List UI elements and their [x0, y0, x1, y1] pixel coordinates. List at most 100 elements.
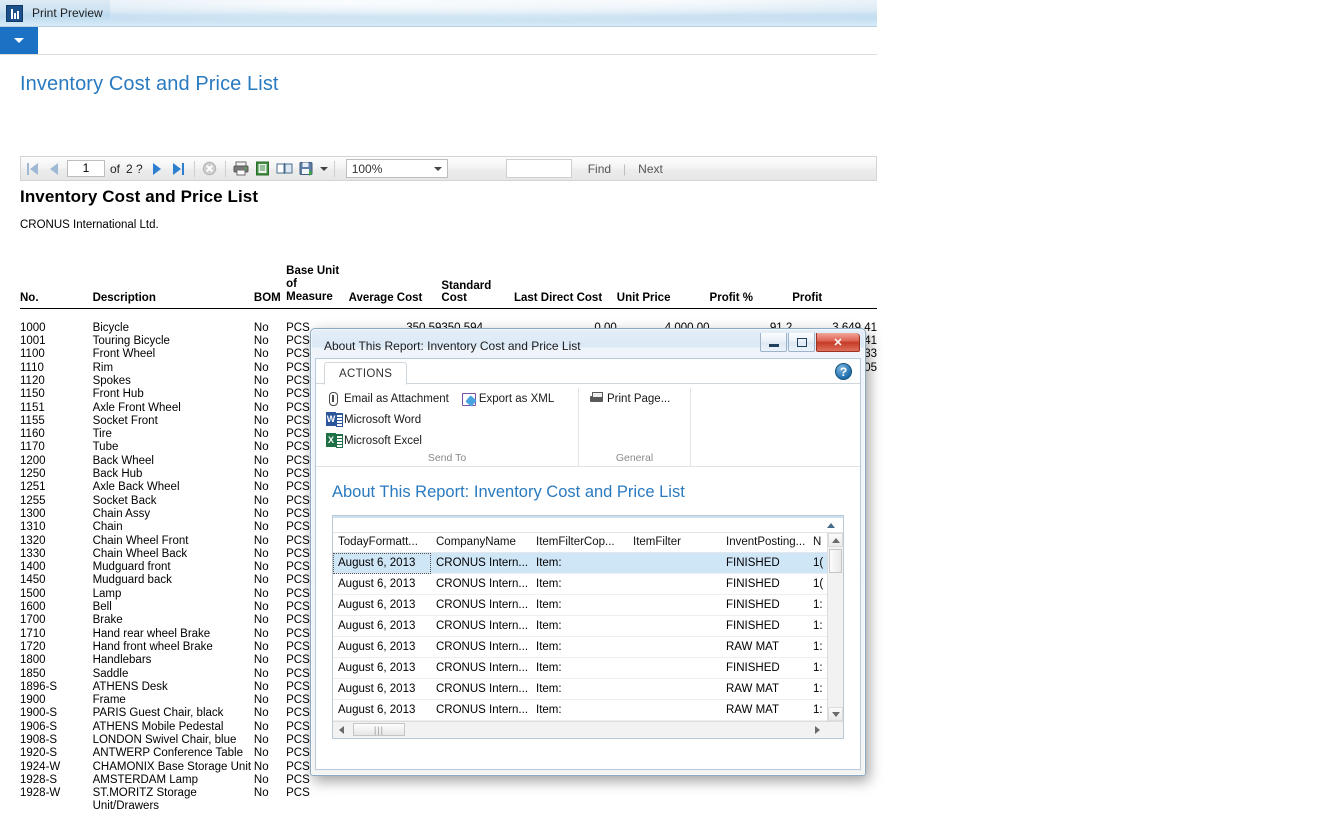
print-icon[interactable]: [230, 158, 252, 179]
grid-col-todayformatted[interactable]: TodayFormatt...: [333, 533, 431, 553]
cell-company: CRONUS Intern...: [431, 616, 531, 637]
cell-bom: No: [254, 561, 286, 574]
cell-bom: No: [254, 468, 286, 481]
table-row[interactable]: August 6, 2013CRONUS Intern...Item:FINIS…: [333, 595, 830, 616]
table-row[interactable]: August 6, 2013CRONUS Intern...Item:FINIS…: [333, 616, 830, 637]
zoom-select[interactable]: 100%: [346, 159, 448, 178]
find-input[interactable]: [506, 159, 572, 178]
stop-icon[interactable]: [199, 158, 221, 179]
export-as-xml-button[interactable]: Export as XML: [461, 388, 554, 409]
cell-bom: No: [254, 614, 286, 627]
cell-desc: ANTWERP Conference Table: [93, 747, 254, 760]
cell-filter: [628, 637, 721, 658]
grid-col-itemfiltercaption[interactable]: ItemFilterCop...: [531, 533, 628, 553]
page-number-input[interactable]: 1: [67, 160, 105, 177]
cell-no: 1900: [20, 694, 93, 707]
cell-avg: [349, 787, 442, 800]
next-page-icon[interactable]: [146, 158, 168, 179]
print-layout-icon[interactable]: [274, 158, 296, 179]
microsoft-excel-icon: [326, 433, 341, 448]
cell-desc: Back Hub: [93, 468, 254, 481]
grid-col-inventposting[interactable]: InventPosting...: [721, 533, 808, 553]
cell-today: August 6, 2013: [333, 637, 431, 658]
cell-posting: RAW MAT: [721, 700, 808, 721]
export-save-icon[interactable]: [296, 158, 318, 179]
horizontal-scroll-thumb[interactable]: |||: [353, 723, 405, 736]
cell-filtercap: Item:: [531, 574, 628, 595]
cell-no: 1600: [20, 601, 93, 614]
col-last-direct-cost: Last Direct Cost: [514, 265, 617, 309]
table-row[interactable]: August 6, 2013CRONUS Intern...Item:FINIS…: [333, 574, 830, 595]
cell-posting: FINISHED: [721, 574, 808, 595]
cell-desc: Front Hub: [93, 388, 254, 401]
tab-actions[interactable]: ACTIONS: [324, 362, 407, 385]
microsoft-excel-button[interactable]: Microsoft Excel: [326, 430, 449, 451]
cell-desc: Tire: [93, 428, 254, 441]
scroll-left-icon[interactable]: [334, 722, 349, 737]
cell-no: 1255: [20, 495, 93, 508]
dialog-ribbon: ACTIONS ? Email as Attachment: [316, 359, 860, 467]
cell-no: 1800: [20, 654, 93, 667]
last-page-icon[interactable]: [168, 158, 190, 179]
chevron-up-icon: [827, 523, 835, 528]
grid-col-itemfilter[interactable]: ItemFilter: [628, 533, 721, 553]
cell-bom: No: [254, 707, 286, 720]
scroll-up-icon[interactable]: [828, 533, 843, 547]
table-row[interactable]: August 6, 2013CRONUS Intern...Item:RAW M…: [333, 700, 830, 721]
cell-bom: No: [254, 495, 286, 508]
table-row[interactable]: August 6, 2013CRONUS Intern...Item:FINIS…: [333, 553, 830, 574]
scroll-right-icon[interactable]: [810, 722, 825, 737]
cell-ldc: [514, 800, 617, 811]
grid-col-companyname[interactable]: CompanyName: [431, 533, 531, 553]
microsoft-word-button[interactable]: Microsoft Word: [326, 409, 449, 430]
table-row[interactable]: August 6, 2013CRONUS Intern...Item:FINIS…: [333, 658, 830, 679]
grid-vertical-scrollbar[interactable]: [827, 533, 843, 721]
microsoft-excel-label: Microsoft Excel: [344, 435, 422, 447]
print-page-button[interactable]: Print Page...: [589, 388, 670, 409]
cell-no: 1151: [20, 402, 93, 415]
export-dropdown-caret[interactable]: [318, 158, 330, 179]
cell-no: 1850: [20, 668, 93, 681]
next-button[interactable]: Next: [638, 162, 663, 176]
cell-no: 1320: [20, 535, 93, 548]
previous-page-icon[interactable]: [43, 158, 65, 179]
cell-desc: Mudguard front: [93, 561, 254, 574]
cell-filtercap: Item:: [531, 637, 628, 658]
help-icon[interactable]: ?: [835, 363, 852, 380]
cell-bom: No: [254, 588, 286, 601]
first-page-icon[interactable]: [21, 158, 43, 179]
cell-desc: Mudguard back: [93, 574, 254, 587]
cell-filter: [628, 679, 721, 700]
cell-filter: [628, 595, 721, 616]
minimize-icon[interactable]: [760, 333, 787, 352]
find-button[interactable]: Find: [588, 162, 611, 176]
cell-bom: No: [254, 375, 286, 388]
grid-horizontal-scrollbar[interactable]: |||: [333, 721, 843, 738]
cell-desc: Chain Wheel Back: [93, 548, 254, 561]
maximize-icon[interactable]: [788, 333, 815, 352]
close-icon[interactable]: ✕: [816, 333, 860, 352]
scroll-down-icon[interactable]: [828, 707, 843, 721]
ribbon-groups: Email as Attachment Microsoft Word Micro…: [316, 384, 860, 466]
cell-today: August 6, 2013: [333, 658, 431, 679]
grid-collapse-bar[interactable]: [333, 516, 843, 533]
cell-company: CRONUS Intern...: [431, 679, 531, 700]
vertical-scroll-thumb[interactable]: [829, 549, 842, 573]
cell-desc: Rim: [93, 362, 254, 375]
cell-bom: No: [254, 548, 286, 561]
page-title: Inventory Cost and Price List: [0, 55, 877, 96]
cell-today: August 6, 2013: [333, 553, 431, 574]
email-as-attachment-button[interactable]: Email as Attachment: [326, 388, 449, 409]
ribbon-dropdown-tab[interactable]: [0, 27, 38, 54]
dataset-table: TodayFormatt... CompanyName ItemFilterCo…: [333, 533, 830, 721]
window-controls: ✕: [760, 333, 860, 352]
table-row[interactable]: August 6, 2013CRONUS Intern...Item:RAW M…: [333, 637, 830, 658]
ribbon-group-general: Print Page... General: [578, 388, 690, 466]
send-to-commands: Email as Attachment Microsoft Word Micro…: [326, 388, 568, 451]
cell-std: [441, 787, 514, 800]
cell-no: 1250: [20, 468, 93, 481]
dialog-titlebar[interactable]: About This Report: Inventory Cost and Pr…: [315, 333, 861, 358]
page-setup-icon[interactable]: [252, 158, 274, 179]
table-row[interactable]: August 6, 2013CRONUS Intern...Item:RAW M…: [333, 679, 830, 700]
export-as-xml-label: Export as XML: [479, 393, 554, 405]
